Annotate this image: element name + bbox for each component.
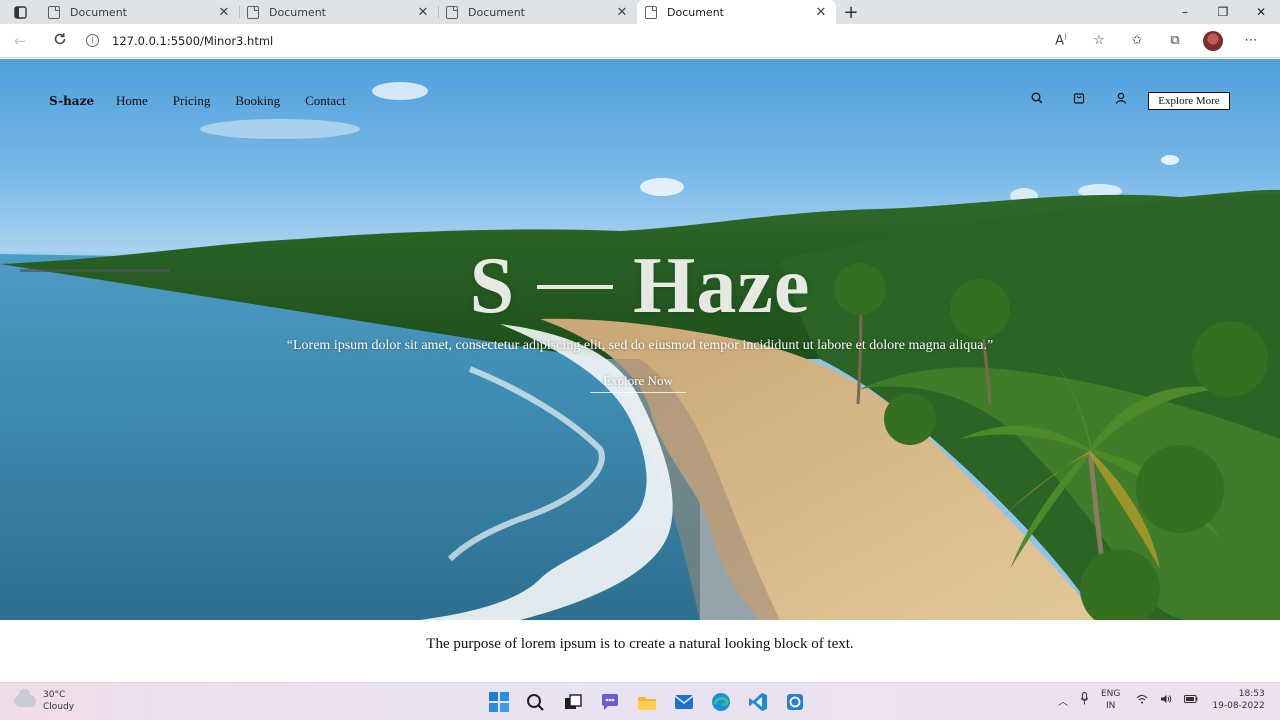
explore-more-button[interactable]: Explore More xyxy=(1148,92,1230,110)
minimize-button[interactable]: – xyxy=(1166,0,1204,24)
hero-title-right: Haze xyxy=(633,242,811,330)
document-icon xyxy=(48,5,60,19)
start-button[interactable] xyxy=(480,690,517,714)
add-favorite-icon[interactable]: ☆ xyxy=(1080,33,1118,48)
back-button[interactable]: ← xyxy=(0,32,40,50)
task-view-button[interactable] xyxy=(554,690,591,714)
hero-title-dash xyxy=(537,284,614,289)
hero-section: S-haze Home Pricing Booking Contact Expl… xyxy=(0,59,1280,620)
taskbar: 30°C Cloudy ︿ ENG IN 18:53 19-08-2022 xyxy=(0,682,1280,720)
tab-actions-icon xyxy=(13,5,27,19)
tab-label: Document xyxy=(468,5,525,19)
lang-bottom: IN xyxy=(1106,701,1116,711)
snip-icon xyxy=(786,694,803,710)
site-info-icon[interactable]: i xyxy=(86,34,99,47)
new-tab-button[interactable]: + xyxy=(836,0,866,24)
hero-title: S Haze xyxy=(0,241,1280,332)
site-brand-logo[interactable]: S-haze xyxy=(49,94,94,108)
microphone-icon[interactable] xyxy=(1080,691,1089,708)
site-navbar: S-haze Home Pricing Booking Contact Expl… xyxy=(0,92,1280,112)
browser-tab-strip: Document ✕ Document ✕ Document ✕ Documen… xyxy=(0,0,1280,24)
nav-link-contact[interactable]: Contact xyxy=(305,93,345,109)
close-window-button[interactable]: ✕ xyxy=(1242,0,1280,24)
browser-tab-2[interactable]: Document ✕ xyxy=(239,0,438,24)
document-icon xyxy=(247,5,259,19)
clock[interactable]: 18:53 19-08-2022 xyxy=(1212,688,1264,712)
read-aloud-icon[interactable]: A) xyxy=(1042,33,1080,48)
intro-paragraph: The purpose of lorem ipsum is to create … xyxy=(426,636,854,652)
nav-link-home[interactable]: Home xyxy=(116,93,148,109)
tab-actions-button[interactable] xyxy=(0,0,40,24)
tab-label: Document xyxy=(269,5,326,19)
url-text: 127.0.0.1:5500/Minor3.html xyxy=(112,33,274,48)
lang-top: ENG xyxy=(1101,689,1121,699)
close-tab-icon[interactable]: ✕ xyxy=(416,5,430,20)
volume-icon[interactable] xyxy=(1160,694,1172,707)
vscode-button[interactable] xyxy=(739,690,776,714)
windows-logo-icon xyxy=(488,692,509,712)
vscode-icon xyxy=(748,693,767,711)
tab-label: Document xyxy=(70,5,127,19)
nav-link-booking[interactable]: Booking xyxy=(235,93,280,109)
clock-date: 19-08-2022 xyxy=(1212,701,1265,711)
reload-button[interactable] xyxy=(40,32,80,50)
weather-text: 30°C Cloudy xyxy=(43,689,74,713)
browser-toolbar: A) ☆ ✩ ⧉ ⋯ xyxy=(1042,30,1280,51)
maximize-button[interactable]: ❐ xyxy=(1204,0,1242,24)
battery-icon[interactable] xyxy=(1184,694,1198,706)
mail-button[interactable] xyxy=(665,690,702,714)
more-menu-icon[interactable]: ⋯ xyxy=(1232,33,1270,48)
browser-tab-1[interactable]: Document ✕ xyxy=(40,0,239,24)
cloudy-weather-icon xyxy=(14,689,36,707)
weather-temp: 30°C xyxy=(43,690,66,700)
explore-now-link[interactable]: Explore Now xyxy=(590,373,686,393)
edge-icon xyxy=(711,693,730,711)
mail-icon xyxy=(674,695,693,709)
wifi-icon[interactable] xyxy=(1136,694,1148,707)
system-tray: ︿ ENG IN 18:53 19-08-2022 xyxy=(1058,688,1265,712)
search-icon[interactable] xyxy=(1016,92,1058,104)
search-icon xyxy=(527,693,544,711)
user-icon[interactable] xyxy=(1100,92,1142,104)
weather-widget[interactable]: 30°C Cloudy xyxy=(14,689,74,713)
browser-tab-3[interactable]: Document ✕ xyxy=(438,0,637,24)
snipping-tool-button[interactable] xyxy=(776,690,813,714)
file-explorer-button[interactable] xyxy=(628,690,665,714)
clock-time: 18:53 xyxy=(1238,689,1265,699)
address-bar: ← i 127.0.0.1:5500/Minor3.html A) ☆ ✩ ⧉ … xyxy=(0,24,1280,58)
browser-tab-4-active[interactable]: Document ✕ xyxy=(637,0,836,24)
window-controls: – ❐ ✕ xyxy=(1166,0,1280,24)
favorites-icon[interactable]: ✩ xyxy=(1118,33,1156,48)
task-view-icon xyxy=(564,694,582,709)
tab-label: Document xyxy=(667,5,724,19)
reload-icon xyxy=(54,32,66,44)
nav-links: Home Pricing Booking Contact xyxy=(116,93,371,109)
weather-desc: Cloudy xyxy=(43,702,75,712)
hero-quote: “Lorem ipsum dolor sit amet, consectetur… xyxy=(286,338,994,353)
web-page: S-haze Home Pricing Booking Contact Expl… xyxy=(0,59,1280,681)
chevron-up-icon[interactable]: ︿ xyxy=(1058,693,1068,708)
chat-icon xyxy=(601,694,618,710)
url-field[interactable]: i 127.0.0.1:5500/Minor3.html xyxy=(86,34,273,48)
hero-title-left: S xyxy=(469,242,516,330)
close-tab-icon[interactable]: ✕ xyxy=(814,5,828,20)
search-taskbar-button[interactable] xyxy=(517,690,554,714)
folder-icon xyxy=(637,696,656,710)
edge-browser-button[interactable] xyxy=(702,690,739,714)
document-icon xyxy=(645,5,657,19)
document-icon xyxy=(446,5,458,19)
language-indicator[interactable]: ENG IN xyxy=(1101,688,1120,712)
profile-avatar[interactable] xyxy=(1203,30,1223,51)
nav-icons xyxy=(1016,92,1142,104)
nav-link-pricing[interactable]: Pricing xyxy=(173,93,211,109)
shopping-bag-icon[interactable] xyxy=(1058,92,1100,104)
collections-icon[interactable]: ⧉ xyxy=(1156,33,1194,48)
teams-chat-button[interactable] xyxy=(591,690,628,714)
close-tab-icon[interactable]: ✕ xyxy=(217,5,231,20)
taskbar-apps xyxy=(480,690,813,714)
close-tab-icon[interactable]: ✕ xyxy=(615,5,629,20)
